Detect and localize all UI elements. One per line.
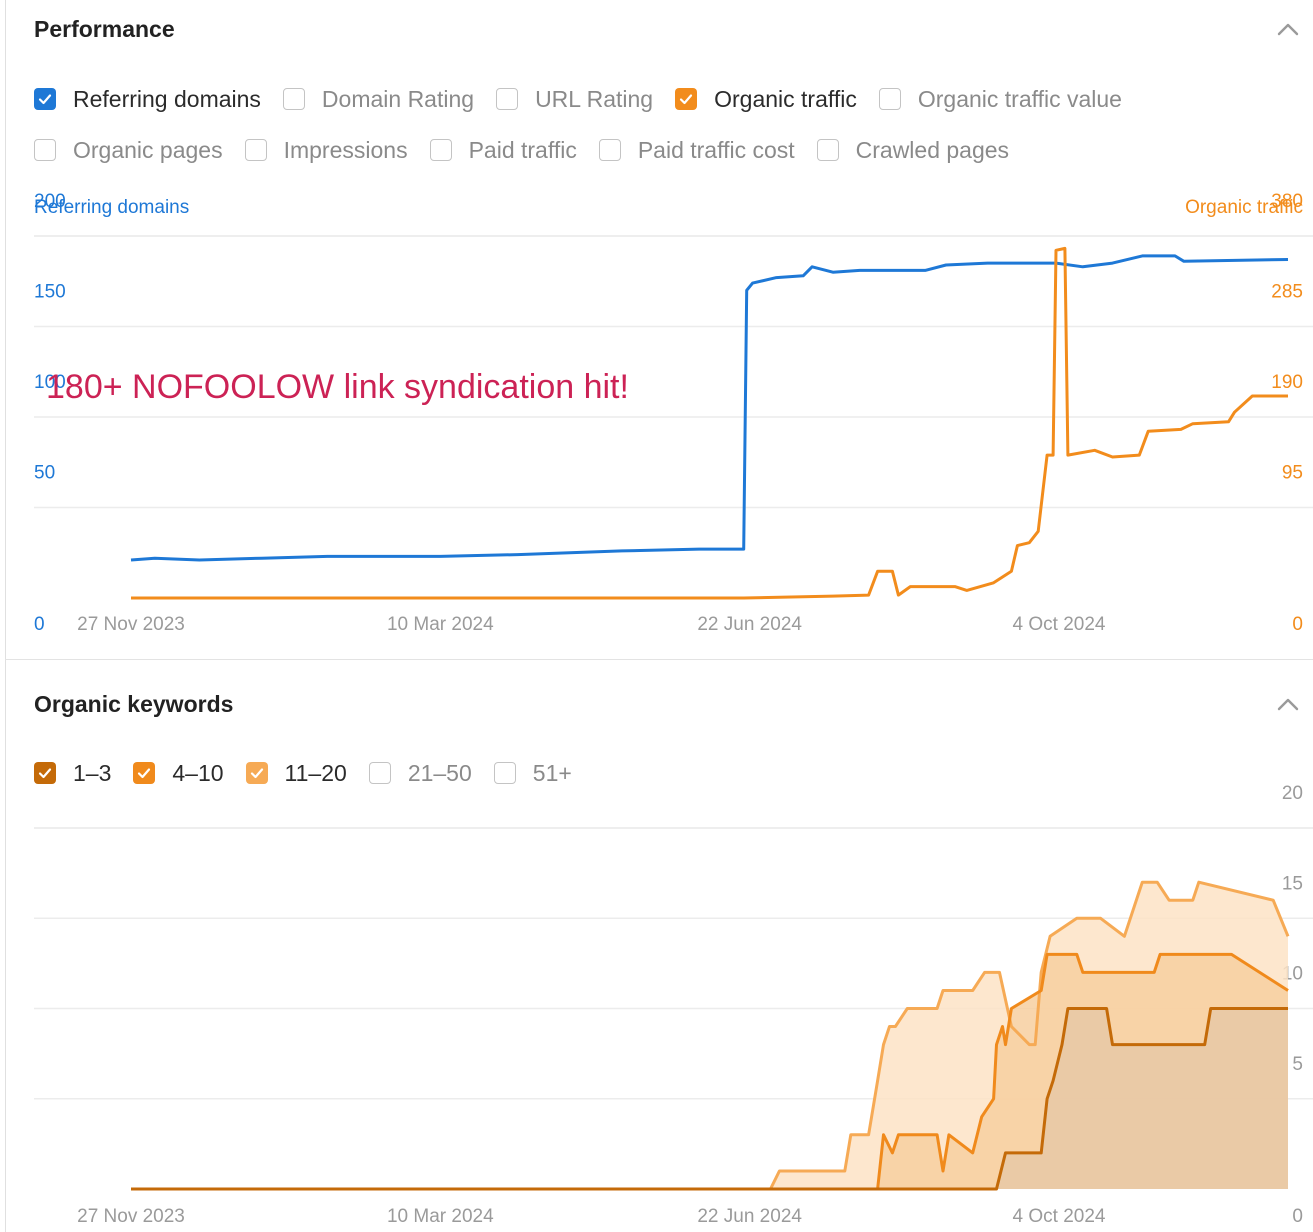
x-tick-label: 27 Nov 2023	[77, 1206, 185, 1227]
x-tick-label: 10 Mar 2024	[387, 1206, 494, 1227]
organic-keywords-chart: 0510152027 Nov 2023 10 Mar 2024 22 Jun 202…	[34, 783, 1313, 1227]
x-tick-label: 4 Oct 2024	[1013, 1206, 1106, 1227]
right-tick-label: 5	[1292, 1054, 1303, 1075]
right-tick-label: 20	[1282, 783, 1303, 804]
x-tick-label: 22 Jun 2024	[697, 1206, 802, 1227]
right-tick-label: 15	[1282, 873, 1303, 894]
right-tick-label: 0	[1292, 1206, 1303, 1227]
